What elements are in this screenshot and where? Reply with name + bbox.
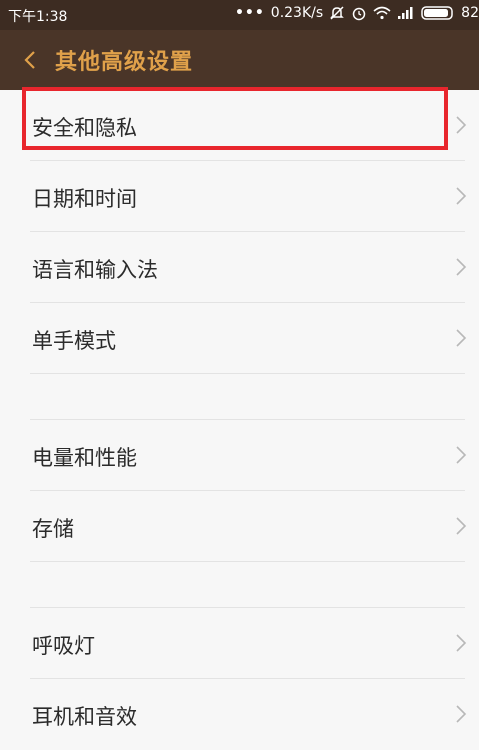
page-title: 其他高级设置 [55,50,194,75]
back-button[interactable] [16,44,44,76]
chevron-left-icon [24,51,35,69]
silent-mode-icon [330,6,344,20]
section-gap [0,374,479,420]
more-notifications-icon: ••• [234,5,265,21]
settings-item-battery-performance[interactable]: 电量和性能 [0,420,479,491]
chevron-right-icon [456,634,467,652]
settings-item-storage[interactable]: 存储 [0,491,479,562]
battery-percentage: 82 [461,5,479,21]
list-item-label: 存储 [32,517,74,541]
settings-item-security-privacy[interactable]: 安全和隐私 [0,90,479,161]
alarm-icon [352,7,366,21]
settings-item-headphones-audio[interactable]: 耳机和音效 [0,679,479,750]
header-bar: 其他高级设置 [0,30,479,90]
battery-icon [421,6,453,20]
list-item-label: 单手模式 [32,329,116,353]
settings-item-language-input[interactable]: 语言和输入法 [0,232,479,303]
settings-item-date-time[interactable]: 日期和时间 [0,161,479,232]
settings-item-one-handed-mode[interactable]: 单手模式 [0,303,479,374]
settings-item-notification-light[interactable]: 呼吸灯 [0,608,479,679]
list-item-label: 语言和输入法 [32,258,158,282]
status-time: 下午1:38 [8,9,68,25]
list-item-label: 安全和隐私 [32,116,137,140]
chevron-right-icon [456,705,467,723]
status-bar: 下午1:38 ••• 0.23K/s 82 [0,0,479,30]
wifi-icon [373,6,391,20]
chevron-right-icon [456,517,467,535]
settings-list: 安全和隐私 日期和时间 语言和输入法 单手模式 电量和性能 存储 呼吸灯 耳机和… [0,90,479,750]
signal-icon [398,7,413,19]
section-gap [0,562,479,608]
list-item-label: 日期和时间 [32,187,137,211]
chevron-right-icon [456,446,467,464]
status-icons: ••• 0.23K/s 82 [235,5,479,21]
chevron-right-icon [456,187,467,205]
network-speed: 0.23K/s [270,5,324,21]
chevron-right-icon [456,258,467,276]
chevron-right-icon [456,116,467,134]
list-item-label: 电量和性能 [32,446,137,470]
list-item-label: 呼吸灯 [32,634,95,658]
list-item-label: 耳机和音效 [32,705,137,729]
chevron-right-icon [456,329,467,347]
